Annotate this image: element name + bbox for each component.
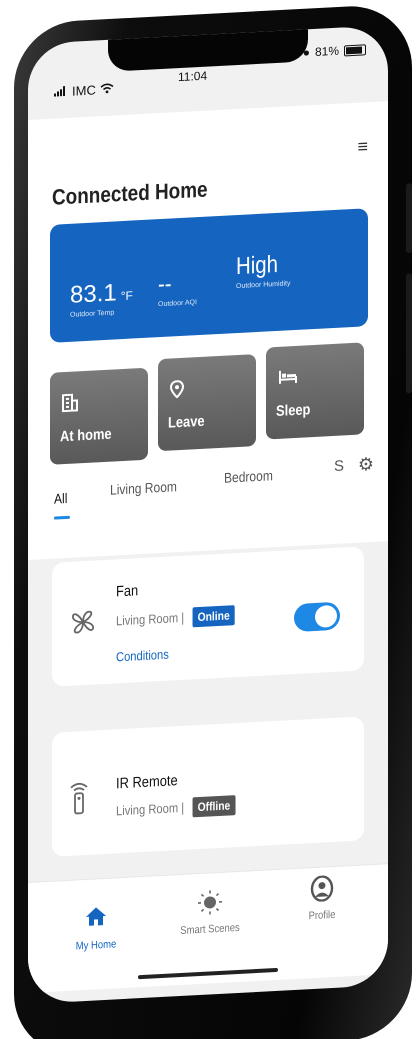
fan-icon [68,606,98,646]
temp-value: 83.1 [70,279,117,309]
battery-icon [344,43,366,56]
wifi-icon [100,82,114,98]
scene-label: At home [60,425,112,446]
profile-icon [272,873,372,908]
device-name: Fan [116,582,139,601]
nav-profile[interactable]: Profile [272,873,372,924]
device-name: IR Remote [116,772,178,793]
device-card-fan[interactable]: Fan Living Room | Online Conditions [52,546,364,687]
bed-icon [278,368,298,390]
alarm-icon: ● [302,45,310,60]
room-name: Living Room [116,610,179,629]
humidity-label: Outdoor Humidity [236,280,291,291]
nav-my-home[interactable]: My Home [46,903,146,954]
nav-smart-scenes[interactable]: Smart Scenes [160,887,260,938]
app-screen: IMC 11:04 ● 81% ≡ Connected Home 83.1 °F … [28,25,388,1005]
hamburger-menu-icon[interactable]: ≡ [357,136,368,158]
bottom-nav: My Home Smart Scenes Profile [28,863,388,993]
tab-living-room[interactable]: Living Room [110,478,177,498]
temp-unit: °F [120,288,133,304]
tab-more[interactable]: S [334,457,344,475]
temp-label: Outdoor Temp [70,309,115,319]
phone-mockup: IMC 11:04 ● 81% ≡ Connected Home 83.1 °F … [0,0,416,1039]
gear-icon[interactable]: ⚙ [358,454,374,476]
status-badge: Online [192,605,235,628]
humidity-value: High [236,250,278,281]
location-pin-icon [169,380,185,404]
outdoor-aqi: -- Outdoor AQI [158,269,197,308]
outdoor-humidity: High Outdoor Humidity [236,250,290,290]
nav-label: Smart Scenes [180,921,240,938]
scene-leave-button[interactable]: Leave [158,354,256,452]
signal-icon [54,84,68,100]
weather-card: 83.1 °F Outdoor Temp -- Outdoor AQI High … [50,208,368,343]
device-card-ir-remote[interactable]: IR Remote Living Room | Offline [52,716,364,857]
status-right: ● 81% [302,42,366,60]
battery-percent: 81% [314,43,339,59]
device-room: Living Room | Offline [116,795,236,821]
aqi-value: -- [158,270,172,299]
separator: | [181,609,188,625]
side-button [406,273,412,394]
toggle-knob [315,604,337,628]
separator: | [181,799,188,815]
status-time: 11:04 [178,68,208,85]
aqi-label: Outdoor AQI [158,299,197,309]
nav-label: Profile [308,908,336,923]
scene-at-home-button[interactable]: At home [50,367,148,465]
fan-power-toggle[interactable] [294,601,340,633]
scene-sleep-button[interactable]: Sleep [266,342,364,440]
scene-label: Leave [168,412,205,432]
side-button [406,183,412,254]
tab-bedroom[interactable]: Bedroom [224,467,273,486]
home-indicator [138,967,278,980]
status-left: IMC [54,82,114,100]
outdoor-temp: 83.1 °F Outdoor Temp [70,279,133,319]
carrier-name: IMC [72,82,96,99]
status-badge: Offline [192,795,236,818]
ir-remote-icon [68,781,90,824]
device-room: Living Room | Online [116,605,235,631]
scene-label: Sleep [276,401,311,421]
tab-all[interactable]: All [54,490,67,507]
conditions-link[interactable]: Conditions [116,647,169,665]
building-icon [62,393,78,417]
home-icon [46,903,146,938]
room-name: Living Room [116,800,179,819]
sun-icon [160,887,260,922]
nav-label: My Home [75,938,117,953]
